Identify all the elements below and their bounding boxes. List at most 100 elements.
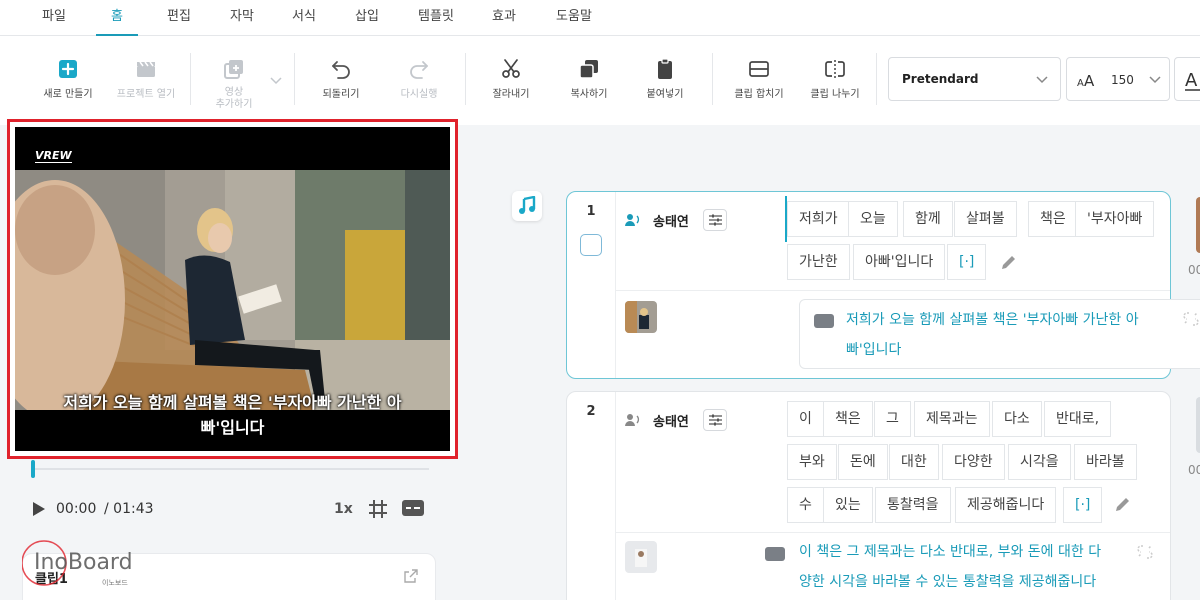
- word-chip[interactable]: 바라볼: [1074, 444, 1137, 480]
- svg-text:A: A: [1185, 70, 1198, 91]
- silence-marker-chip[interactable]: [·]: [947, 244, 987, 280]
- speaker-name[interactable]: 송태연: [653, 411, 689, 430]
- grid-icon[interactable]: [368, 499, 388, 519]
- undo-button[interactable]: 되돌리기: [312, 57, 370, 107]
- external-link-icon[interactable]: [403, 568, 419, 584]
- text-style-button[interactable]: A: [1174, 57, 1200, 101]
- background-music-button[interactable]: [512, 191, 542, 221]
- redo-icon: [410, 61, 428, 79]
- word-chip[interactable]: 수: [787, 487, 824, 523]
- unlink-icon[interactable]: [1182, 310, 1200, 328]
- menu-home[interactable]: 홈: [96, 0, 138, 36]
- speaker-icon: [625, 214, 640, 226]
- add-video-button[interactable]: 영상 추가하기: [204, 57, 264, 110]
- word-chip[interactable]: 책은: [823, 401, 873, 437]
- word-chip[interactable]: 다양한: [942, 444, 1005, 480]
- clip-thumbnail: [625, 541, 657, 573]
- paste-button[interactable]: 붙여넣기: [636, 57, 694, 107]
- speaker-name[interactable]: 송태연: [653, 211, 689, 230]
- font-family-select[interactable]: Pretendard: [888, 57, 1061, 101]
- toolbar-divider: [465, 53, 466, 105]
- word-chip[interactable]: 돈에: [838, 444, 888, 480]
- player-controls: 00:00 / 01:43 1x: [0, 491, 466, 525]
- word-chip[interactable]: 살펴볼: [954, 201, 1017, 237]
- subtitle-text-line1[interactable]: 이 책은 그 제목과는 다소 반대로, 부와 돈에 대한 다: [799, 537, 1101, 567]
- cut-label: 잘라내기: [492, 89, 530, 100]
- unlink-icon[interactable]: [1136, 543, 1154, 561]
- clapperboard-icon: [137, 61, 155, 77]
- word-chip[interactable]: 제목과는: [914, 401, 990, 437]
- word-chip[interactable]: '부자아빠: [1075, 201, 1155, 237]
- word-chip[interactable]: 함께: [903, 201, 953, 237]
- subtitle-editor[interactable]: 저희가 오늘 함께 살펴볼 책은 '부자아빠 가난한 아 빠'입니다: [799, 299, 1200, 369]
- menu-template[interactable]: 템플릿: [408, 0, 464, 36]
- speaker-settings-button[interactable]: [703, 209, 727, 231]
- word-chip[interactable]: 아빠'입니다: [853, 244, 946, 280]
- playback-speed-button[interactable]: 1x: [334, 501, 353, 517]
- merge-clip-icon: [749, 61, 769, 77]
- word-chip[interactable]: 그: [874, 401, 911, 437]
- split-clip-button[interactable]: 클립 나누기: [804, 57, 866, 107]
- word-chip[interactable]: 제공해줍니다: [955, 487, 1057, 523]
- pencil-icon[interactable]: [1113, 496, 1131, 514]
- word-chip[interactable]: 책은: [1028, 201, 1078, 237]
- copy-label: 복사하기: [570, 89, 608, 100]
- word-chip[interactable]: 반대로,: [1044, 401, 1112, 437]
- subtitle-icon: [814, 314, 834, 328]
- menu-file[interactable]: 파일: [28, 0, 80, 36]
- video-preview-highlight: VREW 저희가 오늘 함께 살펴볼 책은 '부자아빠 가난한 아 빠'입니다: [7, 119, 458, 459]
- word-chip[interactable]: 오늘: [848, 201, 898, 237]
- word-chip[interactable]: 있는: [823, 487, 873, 523]
- progress-handle[interactable]: [31, 460, 35, 478]
- chevron-down-icon[interactable]: [270, 77, 282, 85]
- text-style-icon: A: [1185, 70, 1200, 91]
- clip-item[interactable]: 2 송태연 이 책은 그 제목과는 다소 반대로, 부와 돈에 대한 다양한 시…: [566, 391, 1171, 600]
- progress-track[interactable]: [31, 468, 429, 470]
- subtitle-text-line2[interactable]: 양한 시각을 바라볼 수 있는 통찰력을 제공해줍니다: [799, 567, 1096, 597]
- toolbar-divider: [712, 53, 713, 105]
- pencil-icon[interactable]: [999, 254, 1017, 272]
- preview-subtitle-line2: 빠'입니다: [200, 418, 265, 437]
- copy-button[interactable]: 복사하기: [560, 57, 618, 107]
- menu-effect[interactable]: 효과: [480, 0, 528, 36]
- video-preview[interactable]: VREW 저희가 오늘 함께 살펴볼 책은 '부자아빠 가난한 아 빠'입니다: [15, 127, 450, 451]
- speaker-icon: [625, 414, 640, 426]
- redo-label: 다시실행: [400, 89, 438, 100]
- cut-button[interactable]: 잘라내기: [482, 57, 540, 107]
- side-thumbnail-time: 00: [1188, 263, 1200, 277]
- word-chip[interactable]: 시각을: [1008, 444, 1071, 480]
- word-chip[interactable]: 대한: [889, 444, 939, 480]
- menu-edit[interactable]: 편집: [154, 0, 204, 36]
- silence-marker-chip[interactable]: [·]: [1063, 487, 1103, 523]
- svg-text:A: A: [1084, 72, 1095, 88]
- subtitle-toggle-icon[interactable]: [402, 500, 424, 516]
- speaker-settings-button[interactable]: [703, 409, 727, 431]
- word-chip[interactable]: 부와: [787, 444, 837, 480]
- menu-format[interactable]: 서식: [280, 0, 328, 36]
- word-chip[interactable]: 다소: [992, 401, 1042, 437]
- word-chip[interactable]: 저희가: [787, 201, 850, 237]
- clip-item[interactable]: 1 송태연 저희가 오늘 함께 살펴볼 책은 '부자아빠 가난한 아빠'입니다 …: [566, 191, 1200, 379]
- merge-clip-button[interactable]: 클립 합치기: [728, 57, 790, 107]
- menu-help[interactable]: 도움말: [544, 0, 604, 36]
- font-size-select[interactable]: A A 150: [1066, 57, 1170, 101]
- word-chip[interactable]: 통찰력을: [875, 487, 951, 523]
- clip-checkbox[interactable]: [580, 234, 602, 256]
- redo-button[interactable]: 다시실행: [390, 57, 448, 107]
- word-chip[interactable]: 가난한: [787, 244, 850, 280]
- open-project-button[interactable]: 프로젝트 열기: [110, 57, 182, 107]
- menu-subtitle[interactable]: 자막: [218, 0, 266, 36]
- new-project-button[interactable]: 새로 만들기: [36, 57, 100, 107]
- play-icon[interactable]: [32, 501, 46, 517]
- subtitle-row: 이 책은 그 제목과는 다소 반대로, 부와 돈에 대한 다 양한 시각을 바라…: [615, 532, 1170, 600]
- word-chip[interactable]: 이: [787, 401, 824, 437]
- chevron-down-icon: [1149, 76, 1161, 84]
- undo-icon: [332, 61, 350, 79]
- add-video-label-1: 영상: [224, 87, 244, 98]
- open-project-label: 프로젝트 열기: [116, 89, 176, 100]
- video-frame-image: [15, 170, 450, 410]
- clip-number: 2: [586, 404, 596, 419]
- menu-insert[interactable]: 삽입: [342, 0, 392, 36]
- add-video-label-2: 추가하기: [215, 99, 253, 110]
- new-project-label: 새로 만들기: [43, 89, 93, 100]
